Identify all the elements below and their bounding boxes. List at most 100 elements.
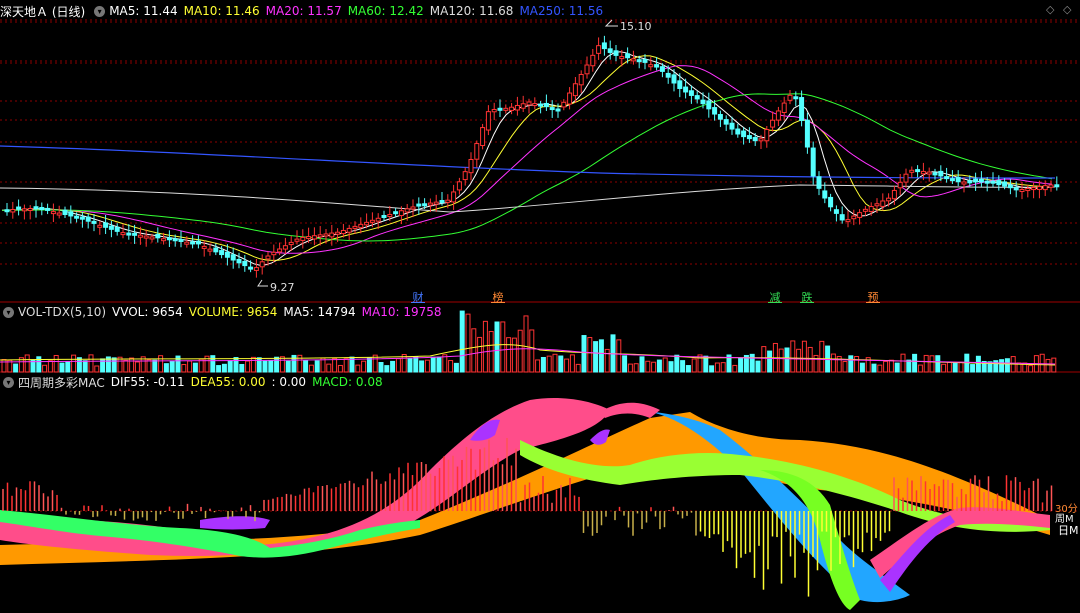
candle-body [729, 122, 735, 130]
volume-bar [529, 329, 535, 373]
volume-bar [668, 361, 674, 373]
event-marker-die[interactable]: 跌 [800, 289, 814, 304]
volume-bar [1045, 358, 1051, 373]
expand-icon[interactable]: ◇ [1063, 3, 1071, 16]
volume-bar [975, 355, 981, 373]
candle-body [387, 213, 393, 217]
volume-bar [523, 315, 529, 373]
candle-body [700, 99, 706, 105]
candle-body [984, 180, 990, 184]
candle-body [764, 129, 770, 142]
candle-body [862, 208, 868, 212]
volume-bar [691, 358, 697, 373]
candle-body [329, 232, 335, 238]
volume-bar [192, 362, 198, 373]
volume-bar [453, 362, 459, 373]
volume-bar [749, 353, 755, 373]
candle-body [219, 250, 225, 256]
candle-body [108, 225, 114, 230]
high-price-label: 15.10 [620, 20, 652, 33]
volume-bar [407, 357, 413, 373]
candle-body [746, 135, 752, 140]
mac-settings-icon[interactable]: ▾ [3, 376, 14, 388]
volume-bar [129, 357, 135, 373]
volume-bar [152, 359, 158, 373]
candle-body [114, 226, 120, 232]
volume-bar [906, 359, 912, 373]
candle-body [97, 224, 103, 228]
volume-bar [877, 364, 883, 373]
candle-body [10, 208, 16, 213]
candle-body [961, 181, 967, 185]
volume-bar [854, 355, 860, 373]
candle-body [538, 103, 544, 107]
volume-bar [999, 359, 1005, 373]
candle-body [752, 137, 758, 142]
volume-bar [540, 356, 546, 373]
candle-body [619, 56, 625, 60]
candle-body [103, 222, 109, 228]
candle-body [1048, 184, 1054, 188]
candle-body [462, 171, 468, 181]
volume-bar [332, 357, 338, 373]
volume-settings-icon[interactable]: ▾ [3, 306, 14, 318]
candle-body [833, 209, 839, 214]
candle-body [306, 236, 312, 240]
candle-body [410, 206, 416, 210]
volume-bar [894, 362, 900, 373]
candle-body [195, 240, 201, 245]
volume-bar [685, 365, 691, 373]
candle-body [120, 232, 126, 236]
volume-bar [94, 365, 100, 373]
dif55-label: DIF55: -0.11 [110, 375, 185, 389]
event-marker-cai[interactable]: 财 [411, 289, 425, 304]
volume-bar [506, 337, 512, 373]
candle-body [393, 211, 399, 215]
volume-bar [424, 359, 430, 373]
volume-bar [465, 313, 471, 373]
candle-body [33, 206, 39, 210]
candle-body [822, 190, 828, 199]
volume-bar [627, 363, 633, 373]
ma-line [2, 93, 1053, 242]
candle-body [926, 171, 932, 175]
candle-body [874, 203, 880, 207]
event-marker-yu[interactable]: 预 [866, 289, 880, 304]
collapse-icon[interactable]: ◇ [1046, 3, 1054, 16]
volume-bar [326, 363, 332, 373]
candle-body [520, 103, 526, 109]
volume-panel-header: ▾ VOL-TDX(5,10) VVOL: 9654 VOLUME: 9654 … [0, 303, 448, 321]
volume-bar [517, 329, 523, 373]
candle-body [735, 128, 741, 135]
candle-body [248, 266, 254, 270]
volume-bar [738, 357, 744, 373]
event-marker-jian[interactable]: 减 [768, 289, 782, 304]
volume-bar [796, 348, 802, 373]
volume-title[interactable]: VOL-TDX(5,10) [18, 305, 106, 319]
candle-body [149, 236, 155, 240]
candle-body [944, 176, 950, 180]
settings-toggle-icon[interactable]: ▾ [94, 5, 106, 17]
candle-body [694, 95, 700, 100]
volume-bar [535, 359, 541, 373]
candle-body [439, 200, 445, 204]
candle-body [723, 119, 729, 125]
candle-body [346, 227, 352, 233]
candle-body [1042, 185, 1048, 191]
event-marker-bang[interactable]: 榜 [491, 289, 505, 304]
candle-body [706, 100, 712, 110]
volume-bar [221, 363, 227, 373]
candlesticks [4, 35, 1060, 278]
candle-body [648, 64, 654, 68]
candle-body [416, 203, 422, 207]
volume-bar [952, 362, 958, 373]
candle-body [172, 238, 178, 242]
volume-bar [1039, 353, 1045, 373]
candle-body [903, 173, 909, 183]
mac-title[interactable]: 四周期多彩MAC [18, 374, 105, 391]
volume-bar [262, 360, 268, 373]
candle-body [433, 201, 439, 205]
stock-title[interactable]: 深天地Ａ (日线) [0, 3, 85, 20]
candle-body [683, 86, 689, 93]
main-panel-header: 深天地Ａ (日线) ▾ MA5: 11.44 MA10: 11.46 MA20:… [0, 2, 609, 20]
